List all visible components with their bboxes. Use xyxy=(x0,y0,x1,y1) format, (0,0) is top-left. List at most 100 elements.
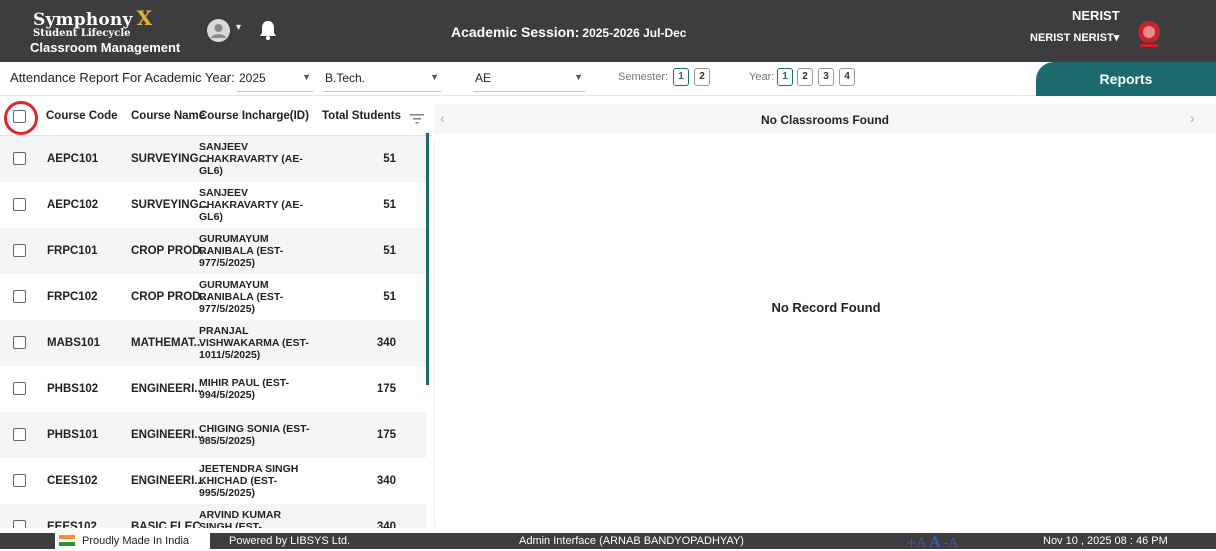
filter-icon[interactable] xyxy=(410,111,424,124)
year-1-button[interactable]: 1 xyxy=(777,68,793,86)
course-code: FRPC101 xyxy=(47,245,98,257)
table-row[interactable]: EEES102 BASIC ELEC... ARVIND KUMAR SINGH (E… xyxy=(0,504,426,528)
table-row[interactable]: FRPC102 CROP PROD... GURUMAYUM RANIBALA (ES… xyxy=(0,274,426,320)
table-row[interactable]: PHBS102 ENGINEERI... MIHIR PAUL (EST- 994/5… xyxy=(0,366,426,412)
incharge-line: RANIBALA (EST- xyxy=(199,291,284,303)
total-students: 340 xyxy=(376,475,396,487)
font-normal-button[interactable]: A xyxy=(929,533,941,551)
year-2-button[interactable]: 2 xyxy=(797,68,813,86)
year-3-button[interactable]: 3 xyxy=(818,68,834,86)
filter-bar: Attendance Report For Academic Year: 202… xyxy=(0,62,1216,96)
chevron-down-icon: ▼ xyxy=(574,72,583,82)
brand-subtitle: Student Lifecycle xyxy=(33,28,131,39)
table-row[interactable]: AEPC102 SURVEYING... SANJEEV CHAKRAVARTY (A… xyxy=(0,182,426,228)
program-select[interactable]: B.Tech. ▼ xyxy=(323,68,441,92)
column-course-name[interactable]: Course Name xyxy=(131,110,205,122)
admin-interface-label: Admin Interface (ARNAB BANDYOPADHYAY) xyxy=(519,535,744,547)
year-4-button[interactable]: 4 xyxy=(839,68,855,86)
table-row[interactable]: AEPC101 SURVEYING... SANJEEV CHAKRAVARTY (A… xyxy=(0,136,426,182)
total-students: 51 xyxy=(383,291,396,303)
user-avatar-icon[interactable] xyxy=(207,19,230,42)
bell-icon[interactable] xyxy=(258,19,278,41)
footer: Proudly Made In India Powered by LIBSYS … xyxy=(0,533,1216,551)
course-incharge: GURUMAYUM RANIBALA (EST- 977/5/2025) xyxy=(199,279,319,315)
row-checkbox[interactable] xyxy=(13,198,26,211)
course-code: PHBS102 xyxy=(47,383,99,395)
course-incharge: GURUMAYUM RANIBALA (EST- 977/5/2025) xyxy=(199,233,319,269)
column-course-code[interactable]: Course Code xyxy=(46,110,118,122)
course-incharge: ARVIND KUMARSINGH (EST-725/5/2001) xyxy=(199,509,319,528)
course-table: Course Code Course Name Course Incharge(… xyxy=(0,98,432,528)
total-students: 51 xyxy=(383,199,396,211)
incharge-line: VISHWAKARMA (EST- xyxy=(199,337,309,349)
incharge-line: 995/5/2025) xyxy=(199,487,256,499)
course-incharge: JEETENDRA SINGH KHICHAD (EST- 995/5/2025) xyxy=(199,463,319,499)
chevron-right-icon[interactable]: › xyxy=(1190,110,1195,126)
highlight-circle xyxy=(4,101,38,135)
row-checkbox[interactable] xyxy=(13,520,26,528)
total-students: 51 xyxy=(383,245,396,257)
chevron-down-icon: ▼ xyxy=(430,72,439,82)
course-name: ENGINEERI... xyxy=(131,475,204,487)
semester-2-button[interactable]: 2 xyxy=(694,68,710,86)
org-name: NERIST xyxy=(1072,8,1120,23)
course-incharge: MIHIR PAUL (EST- 994/5/2025) xyxy=(199,377,319,401)
course-incharge: PRANJAL VISHWAKARMA (EST- 1011/5/2025) xyxy=(199,325,319,361)
row-checkbox[interactable] xyxy=(13,336,26,349)
course-code: FRPC102 xyxy=(47,291,98,303)
chevron-down-icon: ▼ xyxy=(302,72,311,82)
module-title: Classroom Management xyxy=(30,40,181,55)
incharge-line: RANIBALA (EST- xyxy=(199,245,284,257)
user-menu[interactable]: NERIST NERIST▾ xyxy=(1030,31,1119,44)
india-flag-icon xyxy=(59,535,75,546)
table-row[interactable]: FRPC101 CROP PROD... GURUMAYUM RANIBALA (ES… xyxy=(0,228,426,274)
report-panel: No Record Found xyxy=(434,140,1216,526)
incharge-line: CHIGING SONIA (EST- xyxy=(199,423,310,435)
semester-1-button[interactable]: 1 xyxy=(673,68,689,86)
row-checkbox[interactable] xyxy=(13,474,26,487)
avatar-menu-caret-icon[interactable]: ▾ xyxy=(236,22,241,33)
row-checkbox[interactable] xyxy=(13,382,26,395)
table-row[interactable]: PHBS101 ENGINEERI... CHIGING SONIA (EST- 98… xyxy=(0,412,426,458)
incharge-line: 985/5/2025) xyxy=(199,435,256,447)
course-code: CEES102 xyxy=(47,475,98,487)
incharge-line: GURUMAYUM xyxy=(199,233,269,245)
row-checkbox[interactable] xyxy=(13,152,26,165)
incharge-line: 994/5/2025) xyxy=(199,389,256,401)
year-label: Year: xyxy=(749,71,775,83)
academic-session: Academic Session: 2025-2026 Jul-Dec xyxy=(451,24,687,40)
course-incharge: CHIGING SONIA (EST- 985/5/2025) xyxy=(199,423,319,447)
row-checkbox[interactable] xyxy=(13,428,26,441)
table-row[interactable]: CEES102 ENGINEERI... JEETENDRA SINGH KHICHA… xyxy=(0,458,426,504)
incharge-line: ARVIND KUMAR xyxy=(199,509,282,521)
incharge-line: SINGH (EST- xyxy=(199,521,263,528)
total-students: 175 xyxy=(376,429,396,441)
department-select[interactable]: AE ▼ xyxy=(473,68,585,92)
course-code: EEES102 xyxy=(47,521,97,528)
course-code: AEPC101 xyxy=(47,153,99,165)
row-checkbox[interactable] xyxy=(13,244,26,257)
total-students: 175 xyxy=(376,383,396,395)
incharge-line: JEETENDRA SINGH xyxy=(199,463,299,475)
course-name: SURVEYING... xyxy=(131,153,209,165)
current-datetime: Nov 10 , 2025 08 : 46 PM xyxy=(1043,535,1168,547)
course-code: MABS101 xyxy=(47,337,101,349)
column-course-incharge[interactable]: Course Incharge(ID) xyxy=(199,110,309,122)
reports-button[interactable]: Reports xyxy=(1036,62,1216,96)
course-incharge: SANJEEV CHAKRAVARTY (AE- GL6) xyxy=(199,141,319,177)
year-select[interactable]: 2025 ▼ xyxy=(237,68,313,92)
incharge-line: SANJEEV xyxy=(199,141,249,153)
incharge-line: GL6) xyxy=(199,211,223,223)
powered-by: Powered by LIBSYS Ltd. xyxy=(229,535,351,547)
course-name: MATHEMAT... xyxy=(131,337,204,349)
column-total-students[interactable]: Total Students xyxy=(322,110,401,122)
brand-name: Symphony X xyxy=(33,6,153,30)
table-row[interactable]: MABS101 MATHEMAT... PRANJAL VISHWAKARMA (ES… xyxy=(0,320,426,366)
course-incharge: SANJEEV CHAKRAVARTY (AE- GL6) xyxy=(199,187,319,223)
app-logo[interactable]: Symphony X Student Lifecycle Classroom Ma… xyxy=(18,6,188,58)
total-students: 51 xyxy=(383,153,396,165)
table-scrollbar[interactable] xyxy=(426,133,429,385)
top-header: Symphony X Student Lifecycle Classroom Ma… xyxy=(0,0,1216,62)
incharge-line: PRANJAL xyxy=(199,325,249,337)
row-checkbox[interactable] xyxy=(13,290,26,303)
